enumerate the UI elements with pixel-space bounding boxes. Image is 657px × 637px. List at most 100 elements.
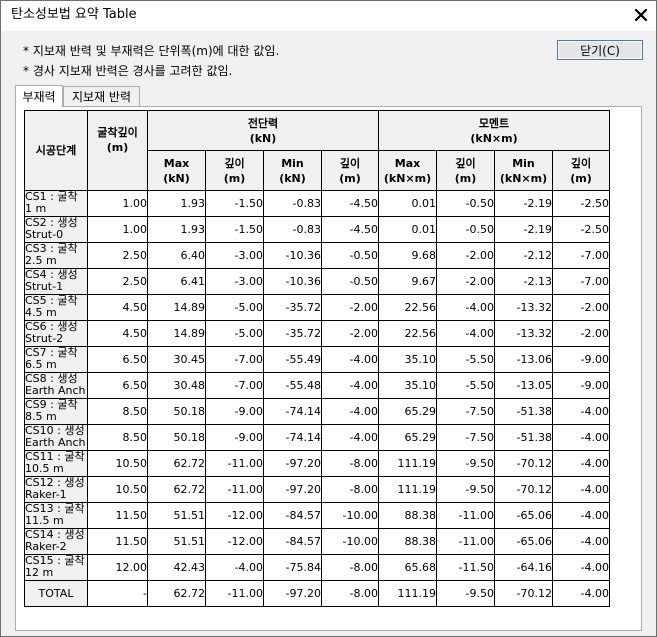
- stage-label: CS11 : 굴착 10.5 m: [25, 451, 85, 475]
- stage-cell: CS9 : 굴착 8.5 m: [24, 398, 88, 425]
- value-cell: -70.12: [494, 476, 553, 503]
- table-row[interactable]: CS10 : 생성 Earth Anchor8.5050.18-9.00-74.…: [24, 424, 610, 451]
- value-cell: 1.93: [147, 190, 206, 217]
- tab-member-force[interactable]: 부재력: [15, 85, 63, 107]
- value-cell: -2.13: [494, 268, 553, 295]
- value-cell: -0.83: [263, 216, 322, 243]
- value-cell: -35.72: [263, 320, 322, 347]
- value-cell: -2.00: [436, 268, 495, 295]
- stage-cell: CS5 : 굴착 4.5 m: [24, 294, 88, 321]
- value-cell: -4.00: [552, 398, 610, 425]
- value-cell: -70.12: [494, 450, 553, 477]
- value-cell: 9.67: [378, 268, 437, 295]
- value-cell: -4.00: [552, 424, 610, 451]
- table-row[interactable]: CS13 : 굴착 11.5 m 11.50 51.51 -12.00 -84.57 -1…: [24, 502, 610, 529]
- value-cell: -84.57: [263, 502, 322, 529]
- header-shear-group: 전단력 (kN): [147, 110, 379, 151]
- value-cell: 51.51: [147, 502, 206, 529]
- stage-label: CS8 : 생성 Earth Anchor: [25, 373, 86, 398]
- value-cell: -7.50: [436, 424, 495, 451]
- table-row[interactable]: CS15 : 굴착 12 m 12.00 42.43 -4.00 -75.84 -8.00…: [24, 554, 610, 581]
- value-cell: -74.14: [263, 398, 322, 425]
- stage-label: CS4 : 생성 Strut-1: [25, 269, 78, 293]
- value-cell: 6.41: [147, 268, 206, 295]
- value-cell: -3.00: [205, 268, 264, 295]
- value-cell: -0.50: [436, 216, 495, 243]
- value-cell: 11.50: [87, 502, 148, 529]
- value-cell: -4.00: [321, 398, 379, 425]
- value-cell: 2.50: [87, 242, 148, 269]
- table-row[interactable]: CS9 : 굴착 8.5 m 8.50 50.18 -9.00 -74.14 -4.00 6…: [24, 398, 610, 425]
- total-value-cell: -4.00: [552, 580, 610, 607]
- value-cell: -13.05: [494, 372, 553, 399]
- stage-label: CS15 : 굴착 12 m: [25, 555, 85, 579]
- table-row[interactable]: CS3 : 굴착 2.5 m 2.50 6.40 -3.00 -10.36 -0.50 9.…: [24, 242, 610, 269]
- value-cell: -12.00: [205, 528, 264, 555]
- value-cell: 9.68: [378, 242, 437, 269]
- window-title: 탄소성보법 요약 Table: [11, 7, 137, 22]
- value-cell: -7.00: [552, 268, 610, 295]
- window-close-button[interactable]: [626, 1, 656, 29]
- value-cell: 0.01: [378, 190, 437, 217]
- stage-cell: CS6 : 생성 Strut-2: [24, 320, 88, 347]
- header-moment-min: Min (kN×m): [494, 150, 553, 191]
- value-cell: 88.38: [378, 502, 437, 529]
- stage-label: CS14 : 생성 Raker-2: [25, 529, 85, 553]
- table-row[interactable]: CS2 : 생성 Strut-0 1.00 1.93 -1.50 -0.83 -4.50 0…: [24, 216, 610, 243]
- value-cell: 111.19: [378, 450, 437, 477]
- value-cell: -10.36: [263, 242, 322, 269]
- tab-support-reaction[interactable]: 지보재 반력: [63, 86, 140, 106]
- value-cell: -5.50: [436, 372, 495, 399]
- value-cell: -7.00: [205, 372, 264, 399]
- value-cell: -4.00: [552, 450, 610, 477]
- value-cell: -13.32: [494, 294, 553, 321]
- total-value-cell: -11.00: [205, 580, 264, 607]
- value-cell: 1.00: [87, 190, 148, 217]
- stage-cell: CS10 : 생성 Earth Anchor: [24, 424, 88, 451]
- table-row[interactable]: CS7 : 굴착 6.5 m 6.50 30.45 -7.00 -55.49 -4.00 3…: [24, 346, 610, 373]
- value-cell: -4.00: [205, 554, 264, 581]
- table-row[interactable]: CS14 : 생성 Raker-2 11.50 51.51 -12.00 -84.57-…: [24, 528, 610, 555]
- value-cell: -4.00: [552, 476, 610, 503]
- value-cell: -0.50: [321, 242, 379, 269]
- value-cell: 62.72: [147, 450, 206, 477]
- value-cell: -74.14: [263, 424, 322, 451]
- value-cell: -9.50: [436, 450, 495, 477]
- value-cell: 51.51: [147, 528, 206, 555]
- value-cell: -75.84: [263, 554, 322, 581]
- stage-label: CS12 : 생성 Raker-1: [25, 477, 85, 501]
- total-row[interactable]: TOTAL -62.72 -11.00 -97.20 -8.00 111.19 -9.50-…: [24, 580, 610, 607]
- value-cell: -7.50: [436, 398, 495, 425]
- total-value-cell: -: [87, 580, 148, 607]
- value-cell: 4.50: [87, 294, 148, 321]
- value-cell: 11.50: [87, 528, 148, 555]
- value-cell: -2.50: [552, 190, 610, 217]
- stage-cell: CS4 : 생성 Strut-1: [24, 268, 88, 295]
- title-bar[interactable]: 탄소성보법 요약 Table: [1, 1, 656, 31]
- table-row[interactable]: CS1 : 굴착 1 m 1.00 1.93 -1.50 -0.83 -4.50 0.01-…: [24, 190, 610, 217]
- table-row[interactable]: CS5 : 굴착 4.5 m 4.50 14.89 -5.00 -35.72 -2.00 2…: [24, 294, 610, 321]
- header-moment-max-depth: 깊이 (m): [436, 150, 495, 191]
- total-value-cell: 111.19: [378, 580, 437, 607]
- value-cell: -2.50: [552, 216, 610, 243]
- value-cell: -13.32: [494, 320, 553, 347]
- value-cell: -65.06: [494, 502, 553, 529]
- value-cell: -7.00: [205, 346, 264, 373]
- table-row[interactable]: CS4 : 생성 Strut-1 2.50 6.41 -3.00 -10.36 -0.50…: [24, 268, 610, 295]
- value-cell: 50.18: [147, 424, 206, 451]
- table-row[interactable]: CS11 : 굴착 10.5 m 10.50 62.72 -11.00 -97.20 -8…: [24, 450, 610, 477]
- value-cell: -9.00: [205, 424, 264, 451]
- value-cell: -97.20: [263, 450, 322, 477]
- value-cell: -2.19: [494, 190, 553, 217]
- value-cell: -2.00: [321, 320, 379, 347]
- close-dialog-button[interactable]: 닫기(C): [557, 40, 643, 60]
- value-cell: -5.00: [205, 320, 264, 347]
- table-row[interactable]: CS8 : 생성 Earth Anchor6.5030.48-7.00-55.4…: [24, 372, 610, 399]
- value-cell: -4.50: [321, 190, 379, 217]
- table-row[interactable]: CS12 : 생성 Raker-1 10.50 62.72 -11.00 -97.20-…: [24, 476, 610, 503]
- total-value-cell: -70.12: [494, 580, 553, 607]
- value-cell: -4.00: [436, 320, 495, 347]
- dialog-content: * 지보재 반력 및 부재력은 단위폭(m)에 대한 값임. * 경사 지보재 …: [1, 31, 656, 636]
- table-row[interactable]: CS6 : 생성 Strut-2 4.50 14.89 -5.00 -35.72 -2.0…: [24, 320, 610, 347]
- stage-label: CS2 : 생성 Strut-0: [25, 217, 78, 241]
